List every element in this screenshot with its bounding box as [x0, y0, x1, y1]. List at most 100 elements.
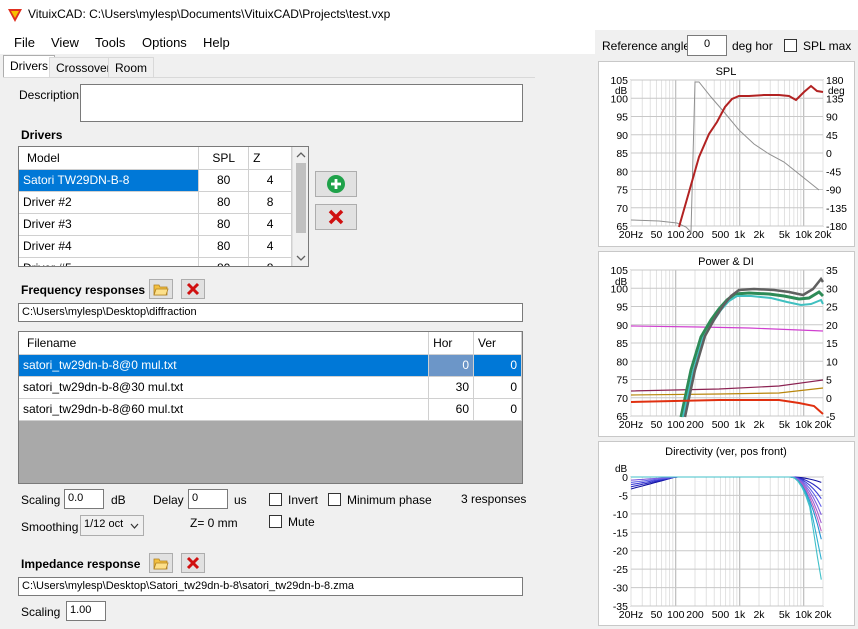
- y2-tick-label: -45: [826, 166, 841, 178]
- y2-tick-label: -135: [826, 203, 847, 215]
- menu-file[interactable]: File: [14, 35, 35, 50]
- response-hor[interactable]: 0: [428, 354, 475, 377]
- add-driver-button[interactable]: [315, 171, 357, 197]
- spl-max-checkbox[interactable]: [784, 39, 797, 52]
- col-hor[interactable]: Hor: [428, 332, 475, 355]
- table-row[interactable]: Driver #2 80 8: [19, 191, 292, 214]
- impedance-path-field[interactable]: C:\Users\mylesp\Desktop\Satori_tw29dn-b-…: [18, 577, 523, 596]
- x-tick-label: 20Hz: [619, 229, 644, 241]
- table-row[interactable]: Driver #4 80 4: [19, 235, 292, 258]
- menu-view[interactable]: View: [51, 35, 79, 50]
- driver-z: 4: [248, 213, 292, 236]
- y2-tick-label: -90: [826, 185, 841, 197]
- x-tick-label: 500: [712, 229, 730, 241]
- directivity-chart-svg: Directivity (ver, pos front) 0-5-10-15-2…: [613, 446, 833, 621]
- driver-model: Driver #5: [19, 257, 200, 266]
- tab-room[interactable]: Room: [108, 57, 155, 77]
- response-ver[interactable]: 0: [473, 376, 522, 399]
- x-tick-label: 20k: [815, 419, 833, 431]
- response-hor[interactable]: 30: [428, 376, 475, 399]
- y2-tick-label: 0: [826, 393, 832, 405]
- minimum-phase-label: Minimum phase: [347, 493, 432, 507]
- scaling-label: Scaling: [21, 493, 61, 507]
- response-hor[interactable]: 60: [428, 398, 475, 421]
- table-row[interactable]: Driver #5 80 8: [19, 257, 292, 266]
- impedance-scaling-label: Scaling: [21, 605, 61, 619]
- title-bar: VituixCAD: C:\Users\mylesp\Documents\Vit…: [0, 0, 858, 30]
- col-ver[interactable]: Ver: [473, 332, 522, 355]
- y-tick-label: 95: [616, 302, 628, 314]
- table-row[interactable]: satori_tw29dn-b-8@30 mul.txt 30 0: [19, 376, 522, 399]
- reference-angle-input[interactable]: 0: [687, 35, 727, 56]
- power-di-chart[interactable]: Power & DI 105 35 100 30 95 25 90 20 85 15 80 10 75 5…: [598, 251, 855, 437]
- driver-z: 8: [248, 257, 292, 266]
- scroll-arrows-icon: [296, 152, 306, 261]
- response-ver[interactable]: 0: [473, 354, 522, 377]
- x-tick-label: 5k: [779, 419, 791, 431]
- response-filename: satori_tw29dn-b-8@60 mul.txt: [19, 398, 430, 421]
- y2-tick-label: 0: [826, 148, 832, 160]
- minimum-phase-checkbox[interactable]: [328, 493, 341, 506]
- x-tick-label: 2k: [753, 609, 765, 621]
- reference-angle-bar: Reference angle 0 deg hor SPL max: [595, 30, 858, 60]
- y2-tick-label: 15: [826, 338, 838, 350]
- drivers-table: Model SPL Z Satori TW29DN-B-8 80 4 Drive…: [18, 146, 309, 267]
- delay-input[interactable]: 0: [188, 489, 228, 509]
- open-frequency-button[interactable]: [149, 279, 173, 299]
- frequency-path-field[interactable]: C:\Users\mylesp\Desktop\diffraction: [18, 303, 523, 322]
- menu-options[interactable]: Options: [142, 35, 187, 50]
- y-tick-label: 90: [616, 130, 628, 142]
- z-offset-label: Z= 0 mm: [190, 516, 238, 530]
- description-input[interactable]: [80, 84, 523, 122]
- x-tick-label: 50: [651, 229, 663, 241]
- impedance-scaling-input[interactable]: 1.00: [66, 601, 106, 621]
- table-row[interactable]: satori_tw29dn-b-8@60 mul.txt 60 0: [19, 398, 522, 421]
- x-tick-label: 20k: [815, 609, 833, 621]
- driver-spl: 80: [198, 235, 250, 258]
- y2-tick-label: 20: [826, 320, 838, 332]
- remove-impedance-button[interactable]: [181, 553, 205, 573]
- y-tick-label: -25: [613, 564, 628, 576]
- tab-strip: Drivers Crossover Room: [0, 55, 595, 77]
- x-tick-label: 200: [686, 229, 704, 241]
- y2-tick-label: 30: [826, 283, 838, 295]
- table-row[interactable]: satori_tw29dn-b-8@0 mul.txt 0 0: [19, 354, 522, 377]
- y2-tick-label: 5: [826, 375, 832, 387]
- y-tick-label: 70: [616, 203, 628, 215]
- chevron-down-icon: [130, 523, 139, 529]
- remove-frequency-button[interactable]: [181, 279, 205, 299]
- driver-model: Driver #3: [19, 213, 200, 236]
- scaling-input[interactable]: 0.0: [64, 489, 104, 509]
- col-z[interactable]: Z: [248, 147, 292, 170]
- menu-tools[interactable]: Tools: [95, 35, 125, 50]
- y-tick-label: 75: [616, 185, 628, 197]
- power-left-unit: dB: [615, 277, 628, 288]
- drivers-scrollbar[interactable]: [292, 147, 308, 266]
- smoothing-value: 1/12 oct: [84, 518, 124, 530]
- smoothing-select[interactable]: 1/12 oct: [80, 515, 144, 536]
- col-spl[interactable]: SPL: [198, 147, 250, 170]
- menu-help[interactable]: Help: [203, 35, 230, 50]
- x-tick-label: 500: [712, 419, 730, 431]
- driver-spl: 80: [198, 257, 250, 266]
- col-filename[interactable]: Filename: [19, 332, 430, 355]
- remove-driver-button[interactable]: [315, 204, 357, 230]
- delay-unit: us: [234, 493, 247, 507]
- tab-drivers[interactable]: Drivers: [3, 55, 55, 77]
- x-tick-label: 5k: [779, 609, 791, 621]
- y-tick-label: 75: [616, 375, 628, 387]
- x-tick-label: 10k: [795, 419, 813, 431]
- invert-checkbox[interactable]: [269, 493, 282, 506]
- y2-tick-label: 10: [826, 356, 838, 368]
- mute-checkbox[interactable]: [269, 515, 282, 528]
- directivity-chart[interactable]: Directivity (ver, pos front) 0 -5 -10 -15 -2…: [598, 441, 855, 626]
- y-tick-label: -10: [613, 509, 628, 521]
- table-row[interactable]: Satori TW29DN-B-8 80 4: [19, 169, 292, 192]
- open-impedance-button[interactable]: [149, 553, 173, 573]
- col-model[interactable]: Model: [19, 147, 200, 170]
- spl-chart[interactable]: SPL 105 180 100 135 95 90 90 45 85 0 80 -45 75 -90 70-…: [598, 61, 855, 247]
- mute-label: Mute: [288, 515, 315, 529]
- table-row[interactable]: Driver #3 80 4: [19, 213, 292, 236]
- response-ver[interactable]: 0: [473, 398, 522, 421]
- reference-angle-unit: deg hor: [732, 39, 773, 53]
